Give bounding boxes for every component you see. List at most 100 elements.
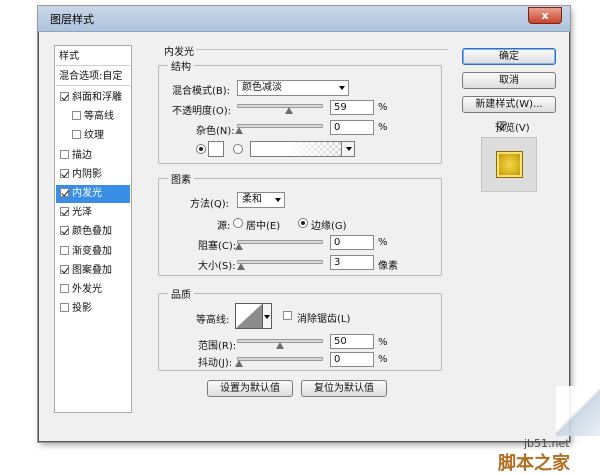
style-item[interactable]: 渐变叠加: [56, 243, 130, 261]
source-edge-label[interactable]: 边缘(G): [311, 217, 347, 232]
style-item-checkbox[interactable]: [60, 188, 69, 197]
choke-slider-thumb[interactable]: [235, 243, 243, 250]
style-item[interactable]: 斜面和浮雕: [56, 89, 130, 107]
range-input[interactable]: 50: [330, 334, 374, 349]
source-label: 源:: [217, 221, 231, 232]
style-item-label: 光泽: [72, 207, 92, 218]
opacity-slider[interactable]: [237, 104, 323, 108]
section-title: 内发光: [164, 47, 194, 58]
source-center-radio[interactable]: [233, 218, 243, 228]
page-curl-decoration: [556, 386, 600, 436]
style-item-checkbox[interactable]: [60, 284, 69, 293]
contour-dropdown[interactable]: [263, 303, 272, 329]
gradient-fill-radio[interactable]: [233, 144, 243, 154]
size-input[interactable]: 3: [330, 255, 374, 270]
chevron-down-icon: [339, 86, 345, 90]
opacity-label: 不透明度(O):: [172, 106, 232, 117]
choke-input[interactable]: 0: [330, 235, 374, 250]
noise-label: 杂色(N):: [196, 126, 235, 137]
close-button[interactable]: x: [528, 7, 562, 24]
style-item[interactable]: 外发光: [56, 281, 130, 299]
choke-unit: %: [378, 237, 388, 248]
noise-slider[interactable]: [237, 124, 323, 128]
new-style-button[interactable]: 新建样式(W)...: [462, 96, 556, 113]
style-item-label: 纹理: [84, 130, 104, 141]
style-item-label: 描边: [72, 150, 92, 161]
style-item[interactable]: 内发光: [56, 185, 130, 203]
style-item-label: 颜色叠加: [72, 226, 112, 237]
style-item[interactable]: 光泽: [56, 204, 130, 222]
styles-header[interactable]: 样式: [56, 47, 130, 66]
style-item-checkbox[interactable]: [60, 207, 69, 216]
range-unit: %: [378, 337, 388, 348]
size-unit: 像素: [378, 261, 398, 272]
technique-select[interactable]: 柔和: [237, 192, 285, 208]
size-slider[interactable]: [237, 260, 323, 264]
noise-input[interactable]: 0: [330, 120, 374, 135]
style-item[interactable]: 图案叠加: [56, 262, 130, 280]
style-item-checkbox[interactable]: [60, 169, 69, 178]
make-default-button[interactable]: 设置为默认值: [207, 380, 293, 397]
title-bar[interactable]: [38, 6, 570, 32]
reset-default-button[interactable]: 复位为默认值: [301, 380, 387, 397]
style-item-checkbox[interactable]: [60, 150, 69, 159]
source-edge-radio[interactable]: [298, 218, 308, 228]
jitter-unit: %: [378, 354, 388, 365]
glow-color-swatch[interactable]: [208, 141, 224, 157]
size-slider-thumb[interactable]: [237, 263, 245, 270]
gradient-swatch[interactable]: [250, 141, 342, 157]
style-item[interactable]: 内阴影: [56, 166, 130, 184]
style-item-label: 外发光: [72, 284, 102, 295]
watermark-brand: 脚本之家: [498, 453, 570, 474]
source-center-label[interactable]: 居中(E): [246, 217, 280, 232]
preview-label[interactable]: 预览(V): [495, 119, 530, 134]
anti-alias-checkbox[interactable]: [283, 311, 292, 320]
style-item-label: 渐变叠加: [72, 246, 112, 257]
style-item-label: 等高线: [84, 111, 114, 122]
style-item-label: 内发光: [72, 188, 102, 199]
chevron-down-icon: [346, 147, 352, 151]
style-item-checkbox[interactable]: [60, 303, 69, 312]
chevron-down-icon: [275, 198, 281, 202]
style-item[interactable]: 描边: [56, 147, 130, 165]
blend-options-item[interactable]: 混合选项:自定: [56, 67, 130, 86]
opacity-input[interactable]: 59: [330, 100, 374, 115]
style-item-checkbox[interactable]: [60, 92, 69, 101]
style-item-label: 图案叠加: [72, 265, 112, 276]
blend-mode-select[interactable]: 颜色减淡: [237, 80, 349, 96]
structure-title: 结构: [168, 58, 194, 73]
style-item-label: 内阴影: [72, 169, 102, 180]
style-item-checkbox[interactable]: [72, 130, 81, 139]
section-divider: [196, 49, 448, 50]
style-item-label: 斜面和浮雕: [72, 92, 122, 103]
elements-title: 图素: [168, 171, 194, 186]
technique-label: 方法(Q):: [190, 199, 230, 210]
style-item[interactable]: 投影: [56, 300, 130, 318]
noise-slider-thumb[interactable]: [235, 127, 243, 134]
style-item-checkbox[interactable]: [60, 265, 69, 274]
color-fill-radio[interactable]: [196, 144, 206, 154]
style-item[interactable]: 纹理: [56, 127, 130, 145]
style-item-checkbox[interactable]: [60, 246, 69, 255]
jitter-slider[interactable]: [237, 357, 323, 361]
style-item-checkbox[interactable]: [60, 226, 69, 235]
choke-label: 阻塞(C):: [198, 241, 237, 252]
anti-alias-label[interactable]: 消除锯齿(L): [297, 310, 350, 325]
contour-label: 等高线:: [196, 315, 230, 326]
range-slider-thumb[interactable]: [276, 342, 284, 349]
style-item[interactable]: 等高线: [56, 108, 130, 126]
style-item-checkbox[interactable]: [72, 111, 81, 120]
gradient-dropdown[interactable]: [341, 141, 355, 157]
jitter-input[interactable]: 0: [330, 352, 374, 367]
ok-button[interactable]: 确定: [462, 48, 556, 65]
opacity-unit: %: [378, 102, 388, 113]
window-title: 图层样式: [50, 13, 94, 26]
styles-list: 样式 混合选项:自定 斜面和浮雕等高线纹理描边内阴影内发光光泽颜色叠加渐变叠加图…: [54, 45, 132, 413]
opacity-slider-thumb[interactable]: [285, 107, 293, 114]
contour-preview[interactable]: [235, 303, 263, 329]
choke-slider[interactable]: [237, 240, 323, 244]
cancel-button[interactable]: 取消: [462, 72, 556, 89]
style-item[interactable]: 颜色叠加: [56, 223, 130, 241]
preview-thumbnail: [481, 137, 537, 192]
jitter-slider-thumb[interactable]: [235, 360, 243, 367]
